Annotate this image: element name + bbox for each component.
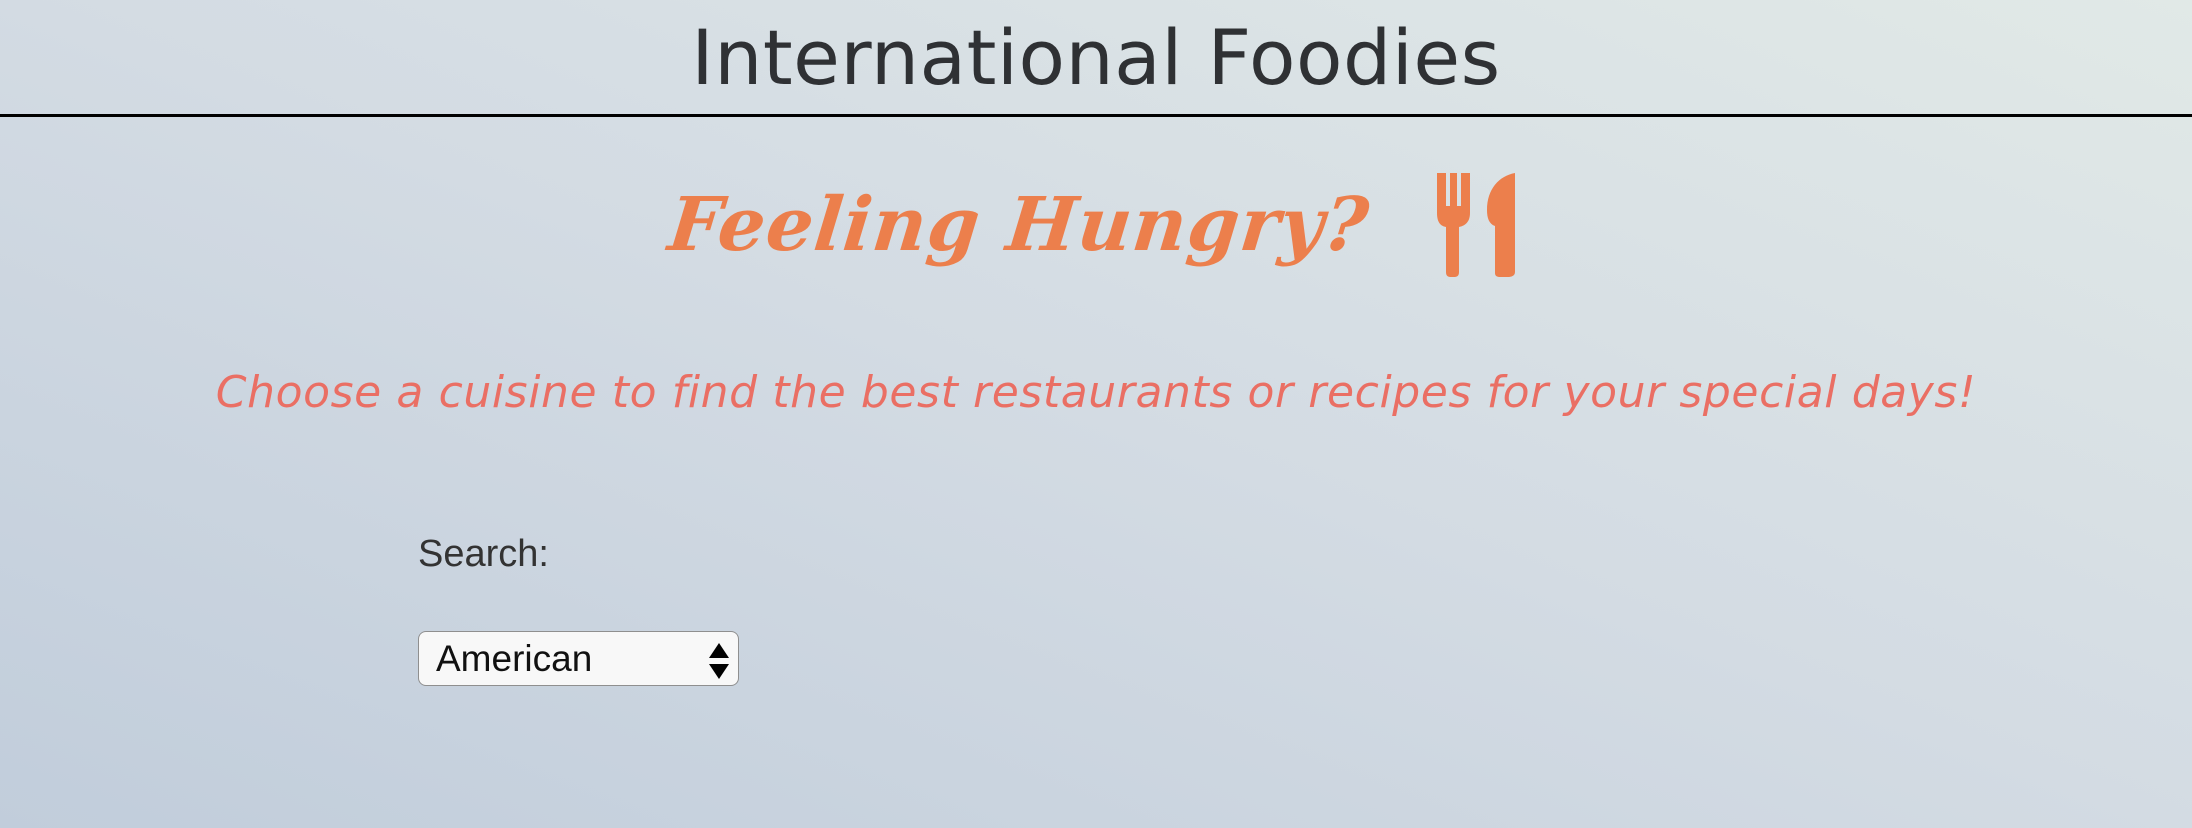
select-arrows-icon bbox=[709, 643, 729, 679]
fork-knife-icon bbox=[1436, 173, 1515, 277]
site-header: International Foodies bbox=[0, 0, 2192, 117]
cuisine-select[interactable]: American bbox=[418, 631, 739, 686]
cuisine-select-value: American bbox=[436, 638, 593, 679]
site-title: International Foodies bbox=[691, 13, 1501, 102]
hero-title: Feeling Hungry? bbox=[664, 182, 1374, 268]
hero: Feeling Hungry? bbox=[0, 160, 2192, 290]
search-label: Search: bbox=[418, 533, 549, 575]
tagline: Choose a cuisine to find the best restau… bbox=[215, 367, 1977, 418]
